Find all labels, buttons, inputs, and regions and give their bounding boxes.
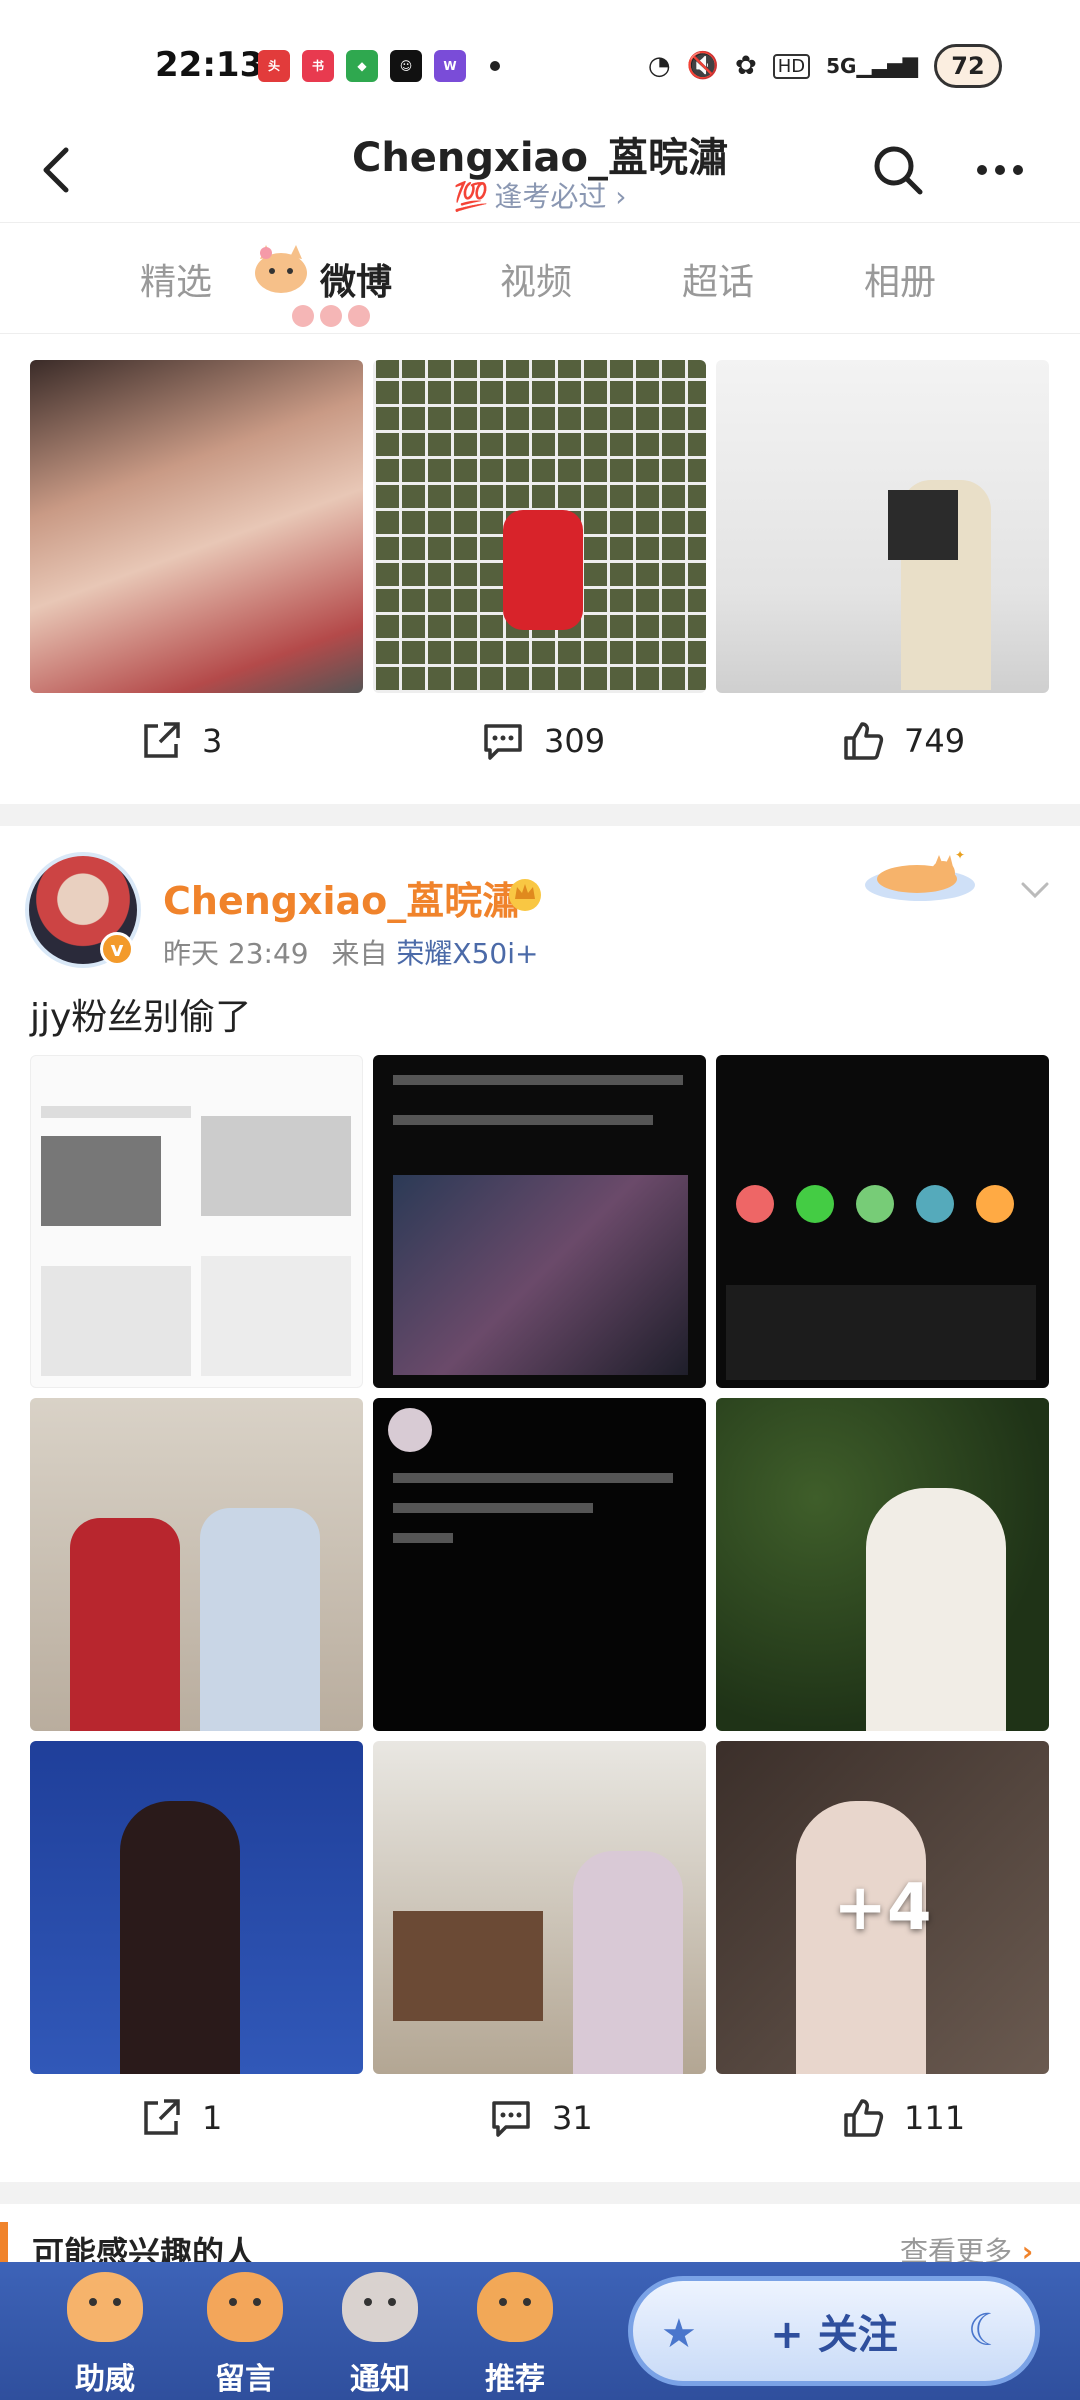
from-label: 来自 — [331, 937, 388, 970]
post-author[interactable]: Chengxiao_蒕晥潚 — [163, 870, 520, 925]
tab-super-topic[interactable]: 超话 — [682, 253, 754, 305]
wee-app-icon: W — [434, 50, 466, 82]
hd-icon: HD — [772, 53, 811, 79]
post-image[interactable] — [373, 1055, 706, 1388]
post-image[interactable] — [30, 1398, 363, 1731]
search-icon[interactable] — [868, 140, 928, 200]
notify-button[interactable]: 通知 — [320, 2262, 440, 2400]
repost-count: 1 — [202, 2099, 223, 2137]
comment-button[interactable]: 31 — [488, 2095, 593, 2141]
svg-text:✦: ✦ — [955, 848, 965, 862]
shield-app-icon: ◆ — [346, 50, 378, 82]
thumbs-up-icon — [844, 722, 884, 760]
toutiao-app-icon: 头 — [258, 50, 290, 82]
battery-icon: 72 — [934, 44, 1002, 88]
message-label: 留言 — [215, 2362, 275, 2397]
recommend-button[interactable]: 推荐 — [455, 2262, 575, 2400]
star-icon: ★ — [661, 2311, 697, 2357]
sleeping-cat-decoration-icon: ✦ — [865, 848, 975, 901]
section-divider — [0, 804, 1080, 826]
post-actions: 3 309 749 — [0, 708, 1080, 788]
like-button[interactable]: 111 — [840, 2095, 965, 2141]
post-time: 昨天 23:49 — [163, 937, 309, 970]
cheer-label: 助威 — [75, 2362, 135, 2397]
section-divider — [0, 2182, 1080, 2204]
cat-sticker-icon — [255, 245, 307, 293]
comment-count: 31 — [552, 2099, 593, 2137]
follow-button[interactable]: ★ + 关注 ☾ — [628, 2276, 1040, 2386]
post-image[interactable] — [373, 1741, 706, 2074]
post-image[interactable] — [373, 1398, 706, 1731]
repost-icon — [144, 2099, 180, 2135]
active-tab-indicator — [292, 305, 370, 327]
bottom-action-bar: 助威 留言 通知 推荐 ★ + 关注 ☾ — [0, 2262, 1080, 2400]
like-button[interactable]: 749 — [840, 718, 965, 764]
system-icons: ◔ 🔇 ✿ HD 5G▁▃▅▇ 72 — [648, 44, 1002, 88]
xiaohongshu-app-icon: 书 — [302, 50, 334, 82]
post-image[interactable] — [716, 1055, 1049, 1388]
tab-video[interactable]: 视频 — [500, 253, 572, 305]
recommend-label: 推荐 — [485, 2362, 545, 2397]
mute-icon: 🔇 — [686, 51, 719, 81]
profile-tabs: 精选 微博 视频 超话 相册 — [0, 222, 1080, 334]
post-image[interactable]: +4 — [716, 1741, 1049, 2074]
tab-weibo[interactable]: 微博 — [320, 253, 392, 305]
notify-label: 通知 — [350, 2362, 410, 2397]
subtitle-text: 逢考必过 — [494, 180, 607, 213]
post-image[interactable] — [716, 360, 1049, 693]
post-meta: 昨天 23:49 来自 荣耀X50i+ — [163, 932, 538, 972]
more-images-count: +4 — [833, 1870, 932, 1945]
follow-label: + 关注 — [770, 2312, 898, 2358]
hundred-points-icon: 💯 — [453, 180, 489, 213]
hotspot-icon: ✿ — [734, 51, 757, 81]
cat-bell-icon — [342, 2272, 418, 2342]
post-actions: 1 31 111 — [0, 2085, 1080, 2165]
notification-icons: 头 书 ◆ ☺ W — [258, 50, 500, 82]
tab-featured[interactable]: 精选 — [140, 253, 212, 305]
like-count: 749 — [904, 722, 966, 760]
cat-recommend-icon — [477, 2272, 553, 2342]
comment-icon — [484, 724, 522, 760]
post-image[interactable] — [30, 360, 363, 693]
comment-icon — [492, 2101, 530, 2137]
repost-icon — [144, 722, 180, 758]
more-options-icon[interactable] — [970, 140, 1030, 200]
verified-badge-icon: v — [100, 932, 134, 966]
comment-count: 309 — [544, 722, 606, 760]
post-text: jjy粉丝别偷了 — [30, 997, 252, 1038]
section-accent-bar — [0, 2222, 8, 2262]
chevron-down-icon[interactable] — [1015, 870, 1055, 910]
cheer-button[interactable]: 助威 — [45, 2262, 165, 2400]
post-image[interactable] — [373, 360, 706, 693]
post-image[interactable] — [30, 1741, 363, 2074]
profile-header: Chengxiao_蒕晥潚 💯 逢考必过 › — [0, 120, 1080, 220]
thumbs-up-icon — [844, 2099, 884, 2137]
crown-badge-icon — [509, 879, 541, 911]
like-count: 111 — [904, 2099, 966, 2137]
subtitle-chevron-icon: › — [606, 180, 627, 213]
message-button[interactable]: 留言 — [185, 2262, 305, 2400]
status-bar: 22:13 头 书 ◆ ☺ W ◔ 🔇 ✿ HD 5G▁▃▅▇ 72 — [0, 0, 1080, 130]
comment-button[interactable]: 309 — [480, 718, 605, 764]
more-notifications-icon — [490, 61, 500, 71]
cat-cheer-icon — [67, 2272, 143, 2342]
repost-button[interactable]: 1 — [138, 2095, 222, 2141]
post-image[interactable] — [716, 1398, 1049, 1731]
post-image[interactable] — [30, 1055, 363, 1388]
moon-icon: ☾ — [967, 2305, 1007, 2356]
face-app-icon: ☺ — [390, 50, 422, 82]
cat-letter-icon — [207, 2272, 283, 2342]
dnd-icon: ◔ — [647, 51, 671, 81]
tab-album[interactable]: 相册 — [864, 253, 936, 305]
post-device[interactable]: 荣耀X50i+ — [396, 937, 538, 970]
repost-count: 3 — [202, 722, 223, 760]
repost-button[interactable]: 3 — [138, 718, 222, 764]
status-time: 22:13 — [155, 45, 264, 85]
signal-icon: 5G▁▃▅▇ — [826, 54, 918, 78]
